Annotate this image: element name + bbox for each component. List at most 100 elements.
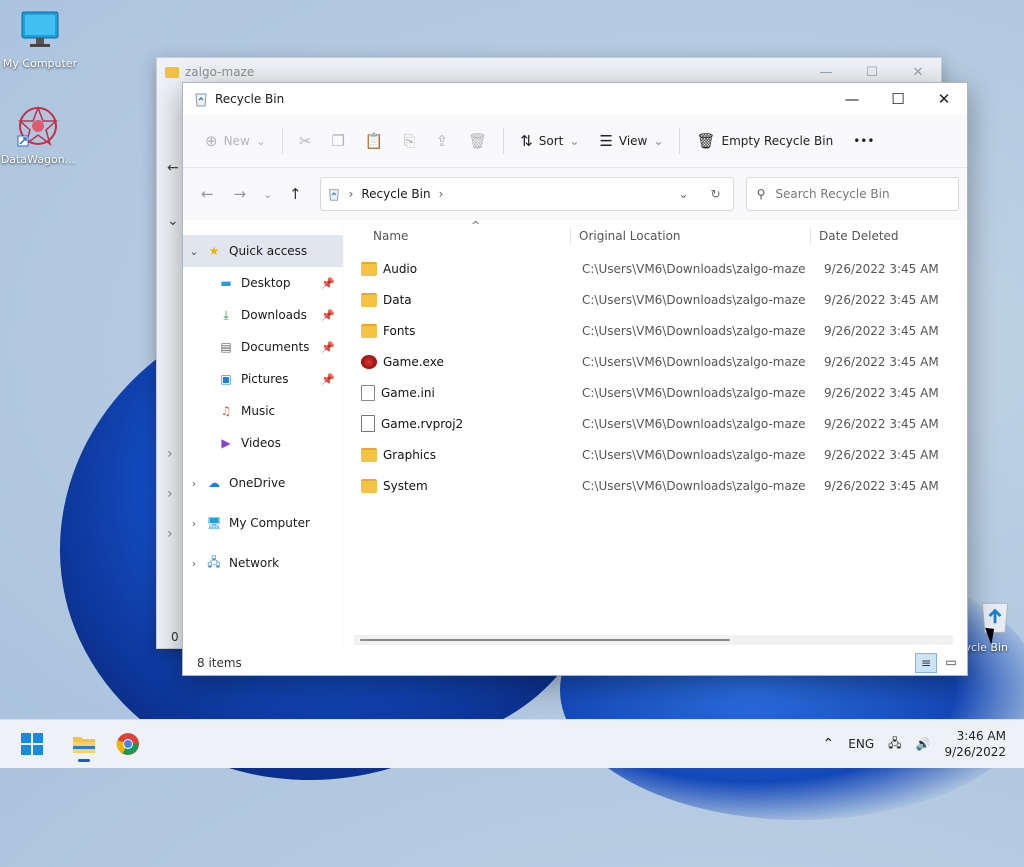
chrome-icon	[116, 733, 139, 755]
navigation-pane: ⌄ ★ Quick access ▬ Desktop 📌 ⤓ Downloads…	[183, 219, 343, 651]
sort-label: Sort	[538, 134, 564, 148]
clock[interactable]: 3:46 AM 9/26/2022	[944, 728, 1006, 760]
computer-icon	[21, 11, 59, 47]
file-rows: Audio C:\Users\VM6\Downloads\zalgo-maze 9/…	[344, 253, 967, 501]
file-date-deleted: 9/26/2022 3:45 AM	[824, 416, 939, 431]
column-header-name[interactable]: Name	[344, 229, 570, 243]
network-icon[interactable]: 🖧	[888, 734, 901, 755]
desktop-icon-datawagon[interactable]: DataWagon...	[0, 104, 78, 166]
chevron-down-icon[interactable]: ⌄	[167, 213, 179, 229]
view-button[interactable]: ☰ View ⌄	[589, 125, 673, 157]
breadcrumb-recycle-bin[interactable]: Recycle Bin	[361, 187, 430, 201]
nav-item-videos[interactable]: ▶ Videos	[183, 427, 343, 459]
nav-item-documents[interactable]: ▤ Documents 📌	[183, 331, 343, 363]
network-icon: 🖧	[207, 554, 221, 569]
file-row[interactable]: Fonts C:\Users\VM6\Downloads\zalgo-maze 9/…	[344, 315, 967, 346]
details-view-button[interactable]: ≡	[915, 653, 937, 673]
column-header-location[interactable]: Original Location	[570, 229, 810, 243]
toolbar-divider	[503, 128, 505, 154]
language-indicator[interactable]: ENG	[848, 737, 874, 751]
file-explorer-taskbar-button[interactable]	[64, 724, 104, 764]
file-name-cell: Game.ini	[344, 384, 570, 401]
tiles-view-button[interactable]: ▭	[941, 653, 961, 671]
new-button[interactable]: ⊕ New ⌄	[195, 125, 276, 157]
rename-button[interactable]: ⎘	[394, 125, 426, 157]
delete-button[interactable]: 🗑	[458, 125, 497, 157]
horizontal-scrollbar[interactable]	[354, 635, 953, 645]
nav-label: Music	[241, 404, 276, 418]
scrollbar-thumb[interactable]	[360, 639, 730, 641]
recent-locations-button[interactable]: ⌄	[256, 188, 279, 201]
file-row[interactable]: Game.ini C:\Users\VM6\Downloads\zalgo-maz…	[344, 377, 967, 408]
recycle-bin-window[interactable]: Recycle Bin — ☐ ✕ ⊕ New ⌄ ✂ ❐ 📋 ⎘ ⇪ 🗑 ⇅ …	[182, 82, 968, 676]
chevron-up-icon[interactable]: ⌃	[823, 736, 835, 752]
paste-button[interactable]: 📋	[355, 125, 394, 157]
breadcrumb-separator[interactable]: ›	[439, 187, 444, 201]
back-arrow-icon[interactable]: ←	[167, 160, 179, 176]
volume-icon[interactable]: 🔊	[916, 737, 931, 751]
file-list: ^ Name Original Location Date Deleted Au…	[343, 219, 967, 651]
nav-item-music[interactable]: ♫ Music	[183, 395, 343, 427]
file-row[interactable]: Data C:\Users\VM6\Downloads\zalgo-maze 9/2…	[344, 284, 967, 315]
file-name-cell: Graphics	[344, 447, 570, 462]
nav-item-desktop[interactable]: ▬ Desktop 📌	[183, 267, 343, 299]
folder-icon	[361, 261, 377, 276]
file-row[interactable]: System C:\Users\VM6\Downloads\zalgo-maze 9…	[344, 470, 967, 501]
start-button[interactable]	[12, 724, 52, 764]
address-bar[interactable]: › Recycle Bin › ⌄ ↻	[319, 177, 734, 211]
nav-quick-access[interactable]: ⌄ ★ Quick access	[183, 235, 343, 267]
file-location: C:\Users\VM6\Downloads\zalgo-maze	[582, 447, 806, 462]
cut-button[interactable]: ✂	[289, 125, 322, 157]
file-name-cell: Game.rvproj2	[344, 415, 570, 432]
empty-recycle-bin-button[interactable]: 🗑 Empty Recycle Bin	[686, 125, 843, 157]
folder-icon	[361, 292, 377, 307]
close-button[interactable]: ✕	[921, 83, 967, 115]
chevron-right-icon[interactable]: ›	[183, 477, 205, 490]
new-label: New	[223, 134, 250, 148]
minimize-button[interactable]: —	[829, 83, 875, 115]
forward-button[interactable]: →	[224, 185, 257, 203]
file-location: C:\Users\VM6\Downloads\zalgo-maze	[582, 261, 806, 276]
desktop-icon-my-computer[interactable]: My Computer	[0, 8, 80, 70]
file-row[interactable]: Audio C:\Users\VM6\Downloads\zalgo-maze 9/…	[344, 253, 967, 284]
windows-logo-icon	[21, 733, 43, 755]
maximize-button[interactable]: ☐	[875, 83, 921, 115]
file-row[interactable]: Game.rvproj2 C:\Users\VM6\Downloads\zalgo…	[344, 408, 967, 439]
file-name-cell: Audio	[344, 261, 570, 276]
system-tray: ⌃ ENG 🖧 🔊 3:46 AM 9/26/2022	[823, 728, 1024, 760]
nav-item-pictures[interactable]: ▣ Pictures 📌	[183, 363, 343, 395]
chevron-right-icon[interactable]: ›	[167, 486, 173, 502]
chevron-down-icon[interactable]: ⌄	[183, 245, 205, 258]
chevron-down-icon[interactable]: ⌄	[678, 187, 688, 201]
nav-item-onedrive[interactable]: › ☁ OneDrive	[183, 467, 343, 499]
share-button[interactable]: ⇪	[426, 125, 459, 157]
file-location: C:\Users\VM6\Downloads\zalgo-maze	[582, 416, 806, 431]
chevron-down-icon: ⌄	[255, 134, 266, 148]
nav-item-downloads[interactable]: ⤓ Downloads 📌	[183, 299, 343, 331]
chevron-right-icon[interactable]: ›	[167, 446, 173, 462]
nav-label: Downloads	[241, 308, 307, 322]
chevron-right-icon[interactable]: ›	[183, 557, 205, 570]
nav-label: OneDrive	[229, 476, 286, 490]
refresh-icon[interactable]: ↻	[711, 187, 721, 201]
file-row[interactable]: Graphics C:\Users\VM6\Downloads\zalgo-maz…	[344, 439, 967, 470]
background-window-title: zalgo-maze	[185, 65, 255, 79]
chevron-right-icon[interactable]: ›	[183, 517, 205, 530]
view-label: View	[618, 134, 648, 148]
more-options-button[interactable]: •••	[843, 125, 884, 157]
sort-button[interactable]: ⇅ Sort ⌄	[510, 125, 589, 157]
file-row[interactable]: Game.exe C:\Users\VM6\Downloads\zalgo-maz…	[344, 346, 967, 377]
pin-icon: 📌	[321, 308, 335, 322]
up-button[interactable]: ↑	[279, 185, 312, 203]
status-bar: 8 items ≡ ▭	[183, 651, 967, 675]
nav-item-my-computer[interactable]: › 🖥 My Computer	[183, 507, 343, 539]
search-box[interactable]: ⚲ Search Recycle Bin	[745, 177, 959, 211]
chrome-taskbar-button[interactable]	[108, 724, 148, 764]
nav-item-network[interactable]: › 🖧 Network	[183, 547, 343, 579]
back-button[interactable]: ←	[191, 185, 224, 203]
column-header-date[interactable]: Date Deleted	[810, 229, 899, 243]
chevron-right-icon[interactable]: ›	[167, 526, 173, 542]
copy-button[interactable]: ❐	[321, 125, 354, 157]
